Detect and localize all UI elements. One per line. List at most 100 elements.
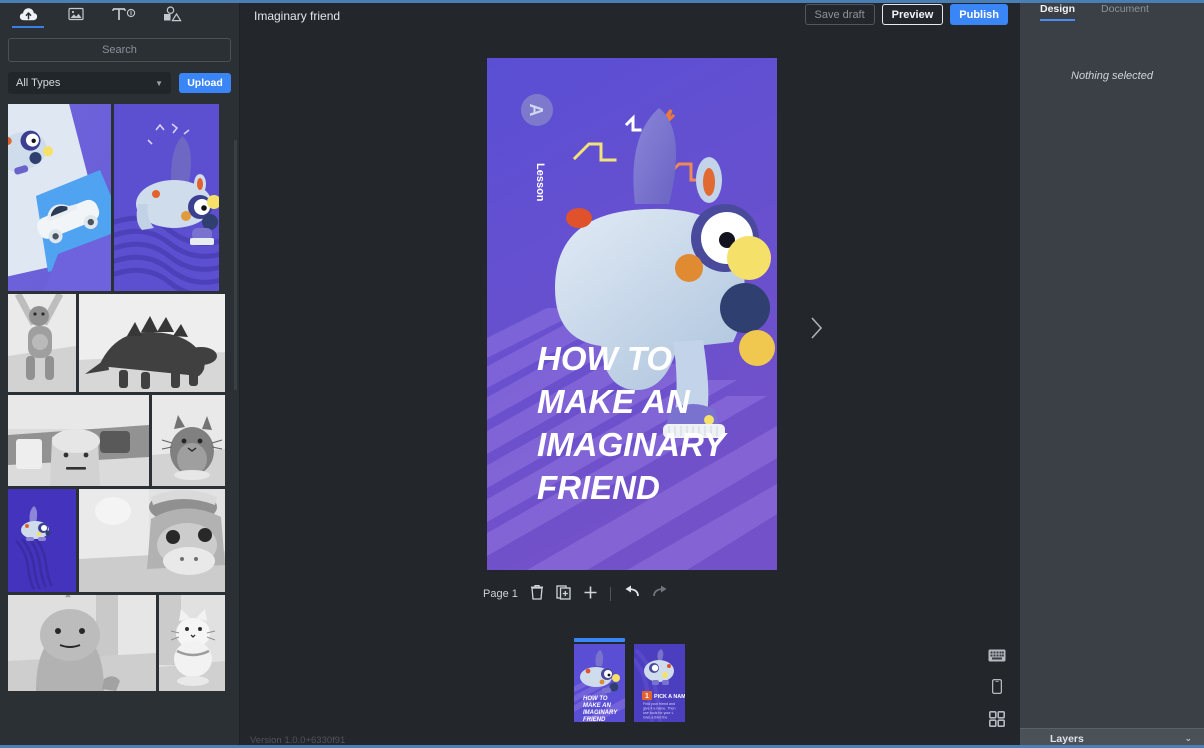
- svg-text:give it a name. Then: give it a name. Then: [643, 707, 676, 711]
- empty-state-message: Nothing selected: [1020, 70, 1204, 82]
- svg-text:Give a third the: Give a third the: [643, 716, 667, 720]
- svg-text:Find your friend and: Find your friend and: [643, 702, 675, 706]
- duplicate-page-button[interactable]: [556, 584, 571, 603]
- publish-button[interactable]: Publish: [950, 4, 1008, 25]
- upload-button[interactable]: Upload: [179, 73, 231, 93]
- sidebar-tab-images[interactable]: [52, 0, 100, 28]
- chevron-down-icon: ⌄: [1184, 733, 1192, 744]
- thumb-art: [8, 104, 111, 291]
- layers-label: Layers: [1050, 733, 1084, 745]
- sidebar-tab-shapes[interactable]: [148, 0, 196, 28]
- thumb-art: [79, 294, 225, 392]
- thumb-art: [159, 595, 225, 691]
- page-selected-indicator: [574, 638, 625, 642]
- media-row: [8, 489, 233, 592]
- media-item-sock-monkey-photo[interactable]: [79, 489, 225, 592]
- top-bar-actions: Save draft Preview Publish: [805, 4, 1008, 25]
- poster-headline-line-4: FRIEND: [537, 469, 660, 506]
- thumb-art: [8, 294, 76, 392]
- poster-artwork: A Lesson: [487, 58, 777, 570]
- redo-button[interactable]: [652, 585, 669, 602]
- svg-text:PICK A NAME: PICK A NAME: [654, 694, 685, 700]
- page-thumbnail-art: HOW TO MAKE AN IMAGINARY FRIEND: [574, 644, 625, 722]
- svg-text:A: A: [526, 104, 546, 117]
- thumb-art: [79, 489, 225, 592]
- poster-canvas[interactable]: A Lesson: [487, 58, 777, 570]
- image-icon: [68, 6, 84, 22]
- top-accent-line: [0, 0, 1204, 3]
- sidebar-search-wrapper: [0, 28, 239, 62]
- sidebar-tab-bar: [0, 0, 239, 28]
- media-item-toy-stegosaurus-photo[interactable]: [79, 294, 225, 392]
- keyboard-shortcuts-button[interactable]: [988, 649, 1006, 667]
- svg-text:1: 1: [645, 693, 649, 700]
- poster-headline-line-2: MAKE AN: [537, 383, 691, 420]
- page-label: Page 1: [483, 588, 518, 600]
- shapes-icon: [162, 6, 182, 23]
- cloud-upload-icon: [19, 7, 38, 22]
- app-root: All Types ▼ Upload: [0, 0, 1204, 748]
- grid-view-button[interactable]: [989, 711, 1005, 732]
- right-panel-tabs: Design Document: [1020, 0, 1204, 26]
- page-thumbnail-2[interactable]: 1 PICK A NAME Find your friend and give …: [634, 644, 685, 722]
- page-thumbnail-art: 1 PICK A NAME Find your friend and give …: [634, 644, 685, 722]
- page-thumbnail-1[interactable]: HOW TO MAKE AN IMAGINARY FRIEND: [574, 644, 625, 722]
- add-page-button[interactable]: [583, 585, 598, 603]
- svg-text:IMAGINARY: IMAGINARY: [583, 710, 618, 716]
- media-item-creature-purple-thumb[interactable]: [8, 489, 76, 592]
- media-item-white-car-poster[interactable]: [8, 104, 111, 291]
- svg-text:use tools for your t-: use tools for your t-: [643, 711, 675, 715]
- right-panel: Design Document Nothing selected Layers …: [1020, 0, 1204, 748]
- page-thumbnail-strip: HOW TO MAKE AN IMAGINARY FRIEND: [574, 644, 685, 722]
- next-page-button[interactable]: [803, 310, 829, 350]
- media-item-toy-monkey-photo[interactable]: [8, 294, 76, 392]
- phone-icon: [992, 681, 1002, 698]
- sidebar-filter-row: All Types ▼ Upload: [0, 62, 239, 94]
- toolbar-divider: [610, 587, 611, 601]
- poster-headline-line-3: IMAGINARY: [537, 426, 728, 463]
- type-filter-label: All Types: [16, 77, 60, 89]
- view-mode-controls: [988, 649, 1006, 732]
- search-input[interactable]: [8, 38, 231, 62]
- undo-icon: [623, 585, 640, 602]
- media-grid: [0, 104, 239, 748]
- tab-design[interactable]: Design: [1040, 3, 1075, 21]
- svg-text:Lesson: Lesson: [534, 163, 546, 202]
- media-row: [8, 104, 233, 291]
- media-item-creature-stripes-poster[interactable]: [114, 104, 219, 291]
- chevron-down-icon: ▼: [155, 79, 163, 88]
- sidebar-tab-uploads[interactable]: [4, 0, 52, 28]
- media-row: [8, 395, 233, 486]
- page-toolbar: Page 1: [483, 584, 669, 603]
- undo-button[interactable]: [623, 585, 640, 602]
- sidebar-tab-text[interactable]: [100, 0, 148, 28]
- media-item-cat-plush-photo[interactable]: [159, 595, 225, 691]
- svg-text:HOW TO: HOW TO: [583, 696, 608, 702]
- thumb-art: [152, 395, 225, 486]
- poster-headline-line-1: HOW TO: [537, 340, 672, 377]
- duplicate-icon: [556, 584, 571, 603]
- thumb-art: [114, 104, 219, 291]
- canvas-area: A Lesson: [240, 32, 1020, 748]
- svg-text:FRIEND: FRIEND: [583, 717, 606, 722]
- top-bar: Imaginary friend Save draft Preview Publ…: [240, 0, 1020, 32]
- save-draft-button[interactable]: Save draft: [805, 4, 875, 25]
- preview-button[interactable]: Preview: [882, 4, 944, 25]
- tab-document[interactable]: Document: [1101, 3, 1149, 21]
- media-item-lego-figure-photo[interactable]: [8, 395, 149, 486]
- sidebar-scrollbar[interactable]: [234, 140, 237, 390]
- trash-icon: [530, 584, 544, 603]
- document-title: Imaginary friend: [254, 9, 340, 23]
- right-panel-body: Nothing selected: [1020, 26, 1204, 728]
- media-row: [8, 294, 233, 392]
- thumb-art: [8, 595, 156, 691]
- svg-text:MAKE AN: MAKE AN: [583, 703, 611, 709]
- media-row: [8, 595, 233, 691]
- media-item-totoro-plush-photo[interactable]: [152, 395, 225, 486]
- left-sidebar: All Types ▼ Upload: [0, 0, 240, 748]
- media-item-plush-blob-photo[interactable]: [8, 595, 156, 691]
- delete-page-button[interactable]: [530, 584, 544, 603]
- mobile-preview-button[interactable]: [992, 679, 1002, 699]
- type-filter-dropdown[interactable]: All Types ▼: [8, 72, 171, 94]
- thumb-art: [8, 489, 76, 592]
